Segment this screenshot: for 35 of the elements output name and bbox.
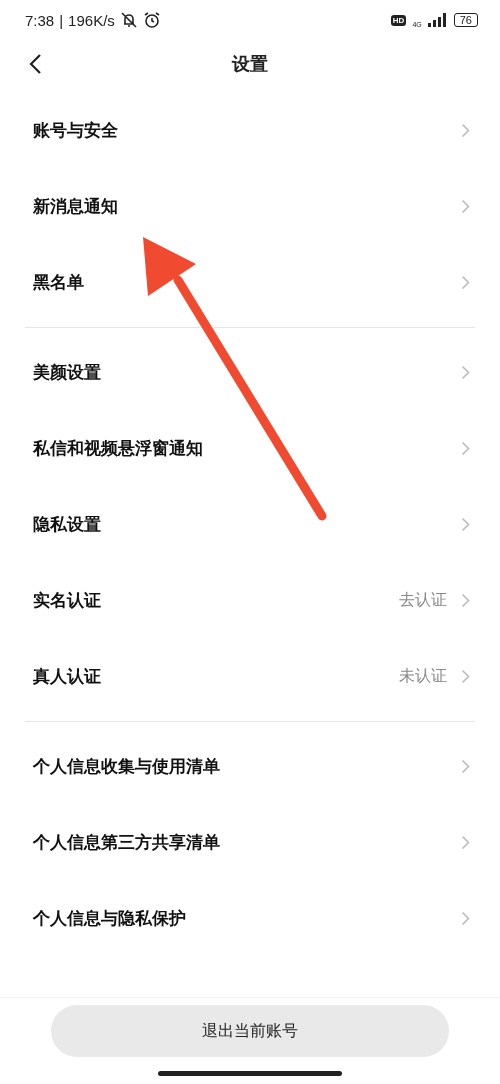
- setting-item[interactable]: 私信和视频悬浮窗通知: [33, 436, 203, 460]
- chevron-right-icon: [461, 122, 470, 138]
- chevron-right-icon: [461, 668, 470, 684]
- chevron-right-icon: [461, 592, 470, 608]
- network-speed: 196K/s: [68, 11, 115, 29]
- back-icon[interactable]: [28, 53, 42, 75]
- page-title: 设置: [232, 52, 268, 76]
- setting-item[interactable]: 个人信息第三方共享清单: [33, 830, 220, 854]
- chevron-right-icon: [461, 516, 470, 532]
- setting-item[interactable]: 真人认证: [33, 664, 101, 688]
- chevron-right-icon: [461, 910, 470, 926]
- setting-item[interactable]: 账号与安全: [33, 118, 118, 142]
- signal-icon: [427, 13, 448, 27]
- chevron-right-icon: [461, 198, 470, 214]
- setting-item[interactable]: 黑名单: [33, 270, 84, 294]
- muted-bell-icon: [119, 11, 138, 29]
- chevron-right-icon: [461, 364, 470, 380]
- chevron-right-icon: [461, 834, 470, 850]
- hd-badge: HD: [390, 14, 407, 26]
- setting-value: 去认证: [399, 589, 447, 611]
- setting-value: 未认证: [399, 665, 447, 687]
- chevron-right-icon: [461, 440, 470, 456]
- alarm-clock-icon: [142, 11, 161, 29]
- chevron-right-icon: [461, 758, 470, 774]
- setting-item[interactable]: 实名认证: [33, 588, 101, 612]
- setting-item[interactable]: 个人信息收集与使用清单: [33, 754, 220, 778]
- setting-item[interactable]: 个人信息与隐私保护: [33, 906, 186, 930]
- separator: |: [59, 11, 64, 29]
- battery-level: 76: [453, 13, 478, 27]
- setting-item[interactable]: 新消息通知: [33, 194, 118, 218]
- setting-item[interactable]: 隐私设置: [33, 512, 101, 536]
- clock-time: 7:38: [25, 11, 55, 29]
- chevron-right-icon: [461, 274, 470, 290]
- logout-button[interactable]: 退出当前账号: [51, 1005, 449, 1057]
- setting-item[interactable]: 美颜设置: [33, 360, 101, 384]
